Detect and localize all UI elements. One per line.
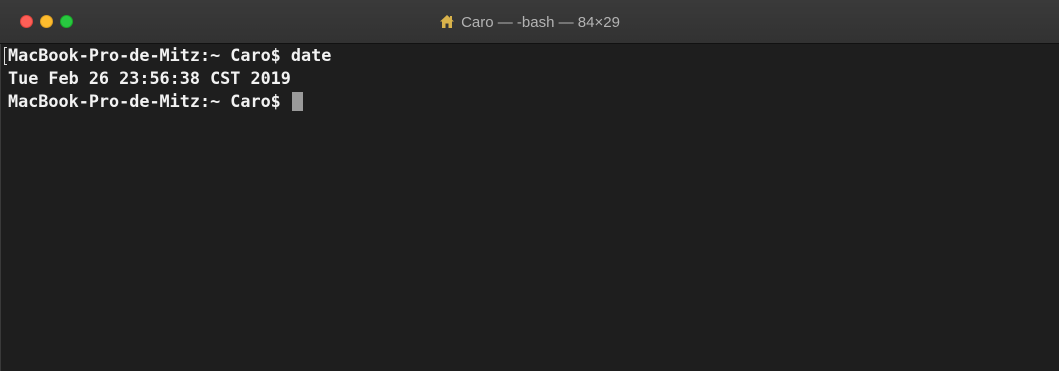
terminal-window: Caro — -bash — 84×29 MacBook-Pro-de-Mitz… bbox=[0, 0, 1059, 371]
terminal-output[interactable]: MacBook-Pro-de-Mitz:~ Caro$ date Tue Feb… bbox=[4, 44, 1057, 371]
window-title: Caro — -bash — 84×29 bbox=[0, 0, 1059, 44]
text-cursor bbox=[291, 92, 303, 111]
title-bar[interactable]: Caro — -bash — 84×29 bbox=[0, 0, 1059, 44]
command-line-text: MacBook-Pro-de-Mitz:~ Caro$ date bbox=[8, 45, 332, 65]
line-mark-icon bbox=[4, 47, 7, 65]
window-title-text: Caro — -bash — 84×29 bbox=[461, 13, 620, 31]
command-output-text: Tue Feb 26 23:56:38 CST 2019 bbox=[8, 68, 291, 88]
terminal-line: MacBook-Pro-de-Mitz:~ Caro$ date bbox=[8, 44, 1057, 67]
prompt-text: MacBook-Pro-de-Mitz:~ Caro$ bbox=[8, 91, 291, 111]
terminal-line: Tue Feb 26 23:56:38 CST 2019 bbox=[8, 67, 1057, 90]
window-left-edge bbox=[0, 44, 8, 371]
home-icon bbox=[440, 14, 455, 28]
terminal-line: MacBook-Pro-de-Mitz:~ Caro$ bbox=[8, 90, 1057, 113]
